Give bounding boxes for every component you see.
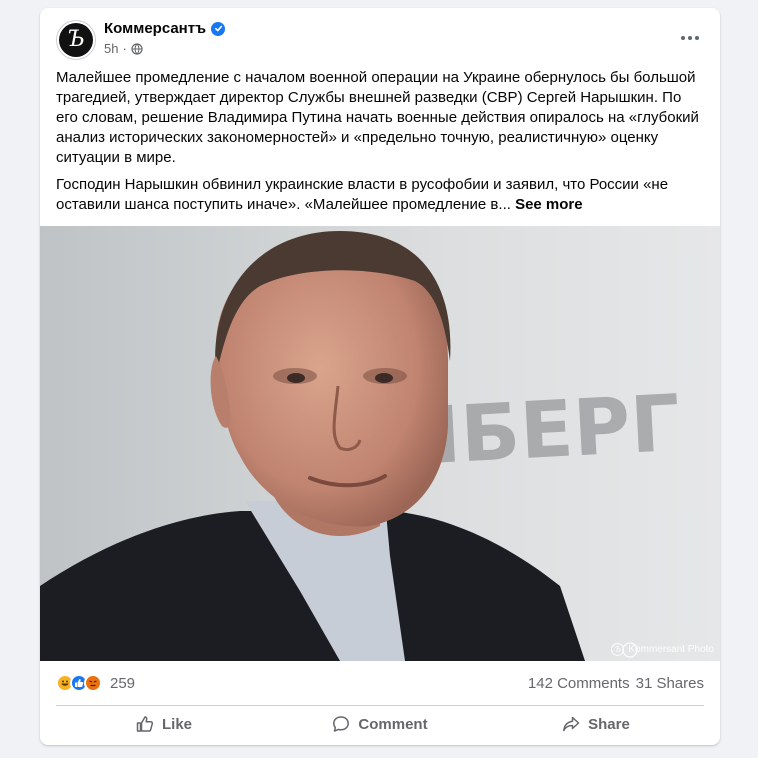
shares-count[interactable]: 31 Shares — [636, 675, 704, 692]
like-label: Like — [161, 715, 192, 733]
photo-credit: Ъ Kommersant Photo — [611, 643, 714, 656]
post-timestamp[interactable]: 5h — [104, 41, 118, 56]
photo-credit-label: Kommersant Photo — [628, 644, 714, 655]
post-meta: 5h · — [104, 41, 143, 56]
comment-label: Comment — [358, 715, 428, 733]
post-actions: Like Comment Share — [56, 708, 704, 740]
more-options-button[interactable] — [674, 26, 706, 50]
post-stats: 259 142 Comments 31 Shares — [56, 668, 704, 698]
reactions-summary[interactable]: 259 — [56, 674, 135, 692]
stats-divider — [56, 705, 704, 706]
page-name[interactable]: Коммерсантъ — [104, 20, 226, 37]
angry-icon — [84, 674, 102, 692]
dot-icon — [695, 36, 699, 40]
see-more-link[interactable]: See more — [515, 196, 583, 213]
post-paragraph: Малейшее промедление с началом военной о… — [56, 69, 699, 166]
page-name-label[interactable]: Коммерсантъ — [104, 20, 206, 37]
dot-icon — [688, 36, 692, 40]
share-arrow-icon — [563, 716, 580, 732]
post-text: Малейшее промедление с началом военной о… — [56, 68, 706, 222]
comment-icon — [333, 716, 350, 732]
comments-count[interactable]: 142 Comments — [528, 675, 630, 692]
post-photo[interactable]: ЮРНБЕРГ Ъ Kommersant Photo — [40, 226, 720, 661]
dot-icon — [681, 36, 685, 40]
post-header: Ъ Коммерсантъ 5h · — [40, 8, 720, 68]
kommersant-logo-icon: Ъ — [59, 23, 93, 57]
share-label: Share — [588, 715, 630, 733]
comment-button[interactable]: Comment — [272, 708, 488, 740]
post-paragraph: Господин Нарышкин обвинил украинские вла… — [56, 175, 706, 215]
meta-separator: · — [122, 41, 127, 56]
page-avatar[interactable]: Ъ — [56, 20, 96, 60]
share-button[interactable]: Share — [488, 708, 704, 740]
thumbs-up-icon — [136, 716, 154, 732]
like-button[interactable]: Like — [56, 708, 272, 740]
verified-badge-icon — [211, 21, 226, 36]
engagement-counts: 142 Comments 31 Shares — [528, 675, 704, 692]
kommersant-photo-logo-icon: Ъ — [611, 643, 625, 656]
portrait-image: ЮРНБЕРГ — [40, 226, 720, 661]
reaction-count[interactable]: 259 — [110, 675, 135, 692]
globe-icon — [131, 42, 143, 55]
post-card: Ъ Коммерсантъ 5h · Малейшее промедление … — [40, 8, 720, 745]
